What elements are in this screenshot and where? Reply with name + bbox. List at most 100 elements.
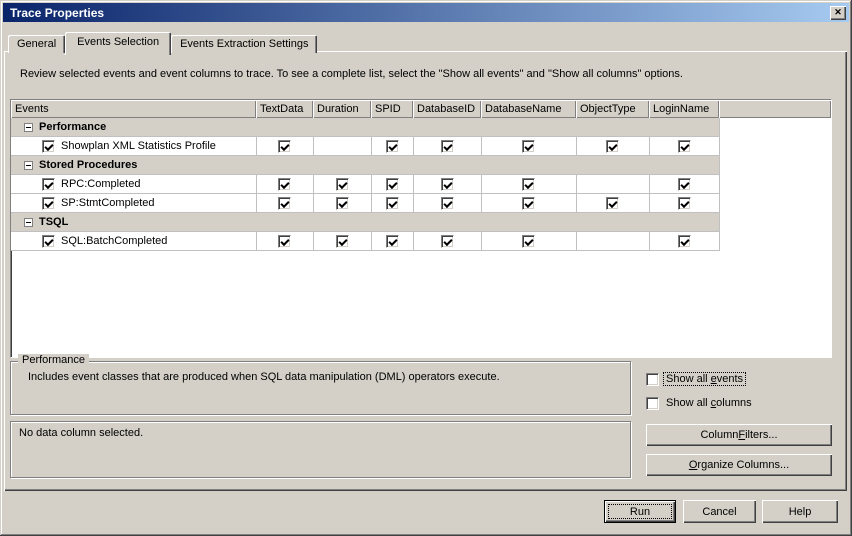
column-checkbox-cell[interactable] xyxy=(481,193,577,213)
column-checkbox[interactable] xyxy=(278,234,291,248)
category-cell[interactable]: Stored Procedures xyxy=(11,155,720,175)
column-checkbox[interactable] xyxy=(278,139,291,153)
column-checkbox[interactable] xyxy=(522,196,535,210)
column-checkbox-cell[interactable] xyxy=(371,174,414,194)
column-checkbox-cell[interactable] xyxy=(649,174,720,194)
column-checkbox[interactable] xyxy=(335,177,349,191)
column-checkbox-cell[interactable] xyxy=(313,193,372,213)
column-header-textdata[interactable]: TextData xyxy=(256,100,313,118)
column-checkbox[interactable] xyxy=(440,177,454,191)
cancel-button[interactable]: Cancel xyxy=(683,500,756,523)
column-header-events[interactable]: Events xyxy=(11,100,256,118)
collapse-icon[interactable] xyxy=(24,122,33,132)
column-checkbox-cell[interactable] xyxy=(413,231,482,251)
run-button[interactable]: Run xyxy=(604,500,676,523)
column-checkbox[interactable] xyxy=(385,177,399,191)
column-checkbox-cell[interactable] xyxy=(649,231,720,251)
collapse-icon[interactable] xyxy=(24,217,33,227)
column-checkbox-cell[interactable] xyxy=(576,174,650,194)
tab-general[interactable]: General xyxy=(8,35,66,53)
column-checkbox-cell[interactable] xyxy=(413,193,482,213)
column-checkbox[interactable] xyxy=(335,234,349,248)
row-filler xyxy=(719,118,831,137)
column-checkbox-cell[interactable] xyxy=(256,136,314,156)
column-checkbox[interactable] xyxy=(385,196,399,210)
column-checkbox[interactable] xyxy=(677,196,691,210)
column-checkbox-cell[interactable] xyxy=(576,136,650,156)
column-checkbox[interactable] xyxy=(385,139,399,153)
event-label[interactable]: Showplan XML Statistics Profile xyxy=(61,140,216,152)
row-filler xyxy=(719,212,831,232)
column-checkbox-cell[interactable] xyxy=(413,136,482,156)
show-all-events-label[interactable]: Show all events xyxy=(662,372,747,386)
show-all-columns-label[interactable]: Show all columns xyxy=(664,397,754,409)
column-checkbox-cell[interactable] xyxy=(649,193,720,213)
column-header-spid[interactable]: SPID xyxy=(371,100,413,118)
column-checkbox-cell[interactable] xyxy=(481,136,577,156)
column-checkbox[interactable] xyxy=(522,139,535,153)
column-header-databaseid[interactable]: DatabaseID xyxy=(413,100,481,118)
category-cell[interactable]: TSQL xyxy=(11,212,720,232)
column-header-objecttype[interactable]: ObjectType xyxy=(576,100,649,118)
event-checkbox[interactable] xyxy=(42,139,55,153)
column-checkbox-cell[interactable] xyxy=(649,136,720,156)
column-checkbox[interactable] xyxy=(522,177,535,191)
event-checkbox[interactable] xyxy=(42,234,55,248)
column-checkbox-cell[interactable] xyxy=(371,136,414,156)
show-all-columns-option[interactable]: Show all columns xyxy=(646,396,754,410)
column-checkbox-cell[interactable] xyxy=(576,193,650,213)
event-name-cell[interactable]: SQL:BatchCompleted xyxy=(11,231,257,251)
show-all-columns-checkbox[interactable] xyxy=(646,396,659,410)
event-label[interactable]: SP:StmtCompleted xyxy=(61,197,155,209)
event-name-cell[interactable]: SP:StmtCompleted xyxy=(11,193,257,213)
column-checkbox-cell[interactable] xyxy=(313,174,372,194)
category-cell[interactable]: Performance xyxy=(11,118,720,137)
column-checkbox-cell[interactable] xyxy=(371,193,414,213)
tab-events-selection[interactable]: Events Selection xyxy=(65,32,172,55)
column-checkbox-cell[interactable] xyxy=(256,193,314,213)
column-header-loginname[interactable]: LoginName xyxy=(649,100,719,118)
events-grid[interactable]: Events TextData Duration SPID DatabaseID Data… xyxy=(10,99,832,358)
event-checkbox[interactable] xyxy=(42,177,55,191)
show-all-events-checkbox[interactable] xyxy=(646,372,659,386)
column-checkbox[interactable] xyxy=(677,234,691,248)
column-checkbox-cell[interactable] xyxy=(481,231,577,251)
column-checkbox[interactable] xyxy=(440,139,454,153)
column-header-databasename[interactable]: DatabaseName xyxy=(481,100,576,118)
column-checkbox-cell[interactable] xyxy=(256,231,314,251)
close-button[interactable]: ✕ xyxy=(830,5,846,20)
column-checkbox-cell[interactable] xyxy=(371,231,414,251)
category-row: Stored Procedures xyxy=(11,155,831,175)
show-all-events-option[interactable]: Show all events xyxy=(646,372,747,386)
title-bar[interactable]: Trace Properties ✕ xyxy=(3,3,849,22)
event-name-cell[interactable]: RPC:Completed xyxy=(11,174,257,194)
organize-columns-button[interactable]: Organize Columns... xyxy=(646,454,832,476)
column-checkbox-cell[interactable] xyxy=(576,231,650,251)
column-checkbox[interactable] xyxy=(677,139,691,153)
column-checkbox-cell[interactable] xyxy=(481,174,577,194)
column-checkbox[interactable] xyxy=(522,234,535,248)
column-checkbox[interactable] xyxy=(278,196,291,210)
column-filters-button[interactable]: Column Filters... xyxy=(646,424,832,446)
column-header-duration[interactable]: Duration xyxy=(313,100,371,118)
column-checkbox-cell[interactable] xyxy=(313,136,372,156)
column-checkbox[interactable] xyxy=(440,196,454,210)
event-name-cell[interactable]: Showplan XML Statistics Profile xyxy=(11,136,257,156)
event-label[interactable]: SQL:BatchCompleted xyxy=(61,235,167,247)
column-checkbox[interactable] xyxy=(606,139,619,153)
column-checkbox[interactable] xyxy=(278,177,291,191)
event-checkbox[interactable] xyxy=(42,196,55,210)
column-checkbox-cell[interactable] xyxy=(256,174,314,194)
help-button[interactable]: Help xyxy=(762,500,838,523)
event-label[interactable]: RPC:Completed xyxy=(61,178,140,190)
collapse-icon[interactable] xyxy=(24,160,33,170)
column-checkbox[interactable] xyxy=(606,196,619,210)
column-checkbox[interactable] xyxy=(385,234,399,248)
column-checkbox[interactable] xyxy=(335,196,349,210)
column-checkbox[interactable] xyxy=(677,177,691,191)
column-checkbox-cell[interactable] xyxy=(313,231,372,251)
tab-events-extraction-settings[interactable]: Events Extraction Settings xyxy=(171,35,318,53)
close-icon: ✕ xyxy=(834,7,842,17)
column-checkbox-cell[interactable] xyxy=(413,174,482,194)
column-checkbox[interactable] xyxy=(440,234,454,248)
